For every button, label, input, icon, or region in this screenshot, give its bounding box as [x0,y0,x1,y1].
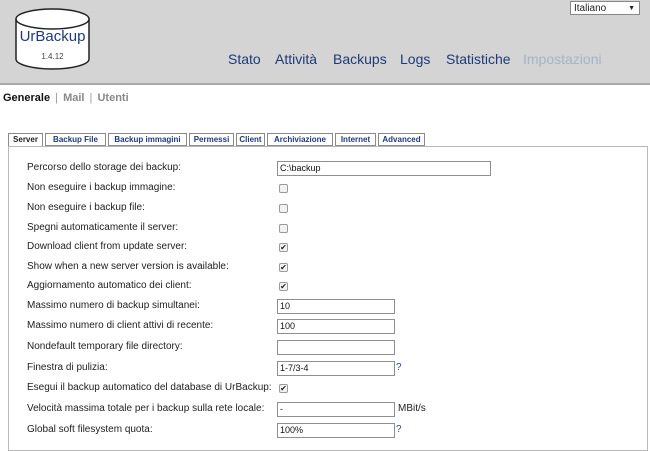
setting-label: Spegni automaticamente il server: [27,222,179,233]
nav-item-attivita[interactable]: Attività [275,51,317,67]
setting-row-download-client: Download client from update server: ✔ [27,239,627,257]
check-icon: ✔ [280,282,287,291]
nav-item-logs[interactable]: Logs [400,51,430,67]
tab-backup-immagini[interactable]: Backup immagini [108,133,187,146]
soft-quota-help-link[interactable]: ? [396,424,402,435]
subnav-utenti[interactable]: Utenti [97,92,128,104]
setting-row-storage-path: Percorso dello storage dei backup: C:\ba… [27,160,627,178]
tmpdir-input[interactable] [277,340,395,355]
setting-label: Non eseguire i backup immagine: [27,182,176,193]
setting-row-soft-quota: Global soft filesystem quota: 100% ? [27,422,627,440]
setting-label: Percorso dello storage dei backup: [27,162,181,173]
check-icon: ✔ [280,263,287,272]
autoshutdown-checkbox[interactable] [279,224,288,233]
no-file-backups-checkbox[interactable] [279,204,288,213]
chevron-down-icon: ▼ [628,5,635,12]
nav-item-backups[interactable]: Backups [333,51,387,67]
setting-label: Esegui il backup automatico del database… [27,382,272,393]
check-icon: ✔ [280,243,287,252]
tab-internet[interactable]: Internet [335,133,376,146]
soft-quota-input[interactable]: 100% [277,423,395,438]
main-nav: Stato Attività Backups Logs Statistiche … [0,51,650,69]
setting-label: Massimo numero di backup simultanei: [27,300,200,311]
backup-database-checkbox[interactable]: ✔ [279,384,288,393]
language-selected: Italiano [574,3,607,14]
settings-subnav: Generale | Mail | Utenti [3,92,129,104]
max-active-clients-input[interactable]: 100 [277,319,395,334]
setting-row-autoupdate-clients: Aggiornamento automatico dei client: ✔ [27,278,627,296]
setting-label: Download client from update server: [27,241,188,252]
setting-label: Global soft filesystem quota: [27,424,153,435]
subnav-mail[interactable]: Mail [63,92,84,104]
nav-item-stato[interactable]: Stato [228,51,261,67]
setting-label: Velocità massima totale per i backup sul… [27,403,265,414]
check-icon: ✔ [280,384,287,393]
tab-backup-file[interactable]: Backup File [45,133,106,146]
tab-client[interactable]: Client [236,133,265,146]
tab-permessi[interactable]: Permessi [189,133,234,146]
setting-row-no-image-backups: Non eseguire i backup immagine: [27,180,627,198]
setting-row-global-speed: Velocità massima totale per i backup sul… [27,401,627,419]
nav-item-impostazioni[interactable]: Impostazioni [523,51,602,67]
setting-row-backup-database: Esegui il backup automatico del database… [27,380,627,398]
setting-label: Show when a new server version is availa… [27,261,229,272]
logo-text: UrBackup [19,28,86,45]
setting-row-cleanup-window: Finestra di pulizia: 1-7/3-4 ? [27,360,627,378]
autoupdate-clients-checkbox[interactable]: ✔ [279,282,288,291]
setting-row-max-active-clients: Massimo numero di client attivi di recen… [27,318,627,336]
setting-row-max-simultaneous: Massimo numero di backup simultanei: 10 [27,298,627,316]
setting-label: Aggiornamento automatico dei client: [27,280,192,291]
setting-label: Finestra di pulizia: [27,362,108,373]
cleanup-window-help-link[interactable]: ? [396,362,402,373]
download-client-checkbox[interactable]: ✔ [279,243,288,252]
global-speed-input[interactable]: - [277,402,395,417]
subnav-separator: | [89,92,93,104]
no-image-backups-checkbox[interactable] [279,184,288,193]
header: UrBackup 1.4.12 Italiano ▼ Stato Attivit… [0,0,650,85]
setting-row-show-new-version: Show when a new server version is availa… [27,259,627,277]
subnav-separator: | [55,92,59,104]
setting-row-tmpdir: Nondefault temporary file directory: [27,339,627,357]
tab-advanced[interactable]: Advanced [378,133,425,146]
language-select[interactable]: Italiano ▼ [570,1,640,15]
setting-row-autoshutdown: Spegni automaticamente il server: [27,220,627,238]
settings-panel: Percorso dello storage dei backup: C:\ba… [8,146,648,451]
show-new-version-checkbox[interactable]: ✔ [279,263,288,272]
max-simultaneous-input[interactable]: 10 [277,299,395,314]
setting-row-no-file-backups: Non eseguire i backup file: [27,200,627,218]
subnav-generale: Generale [3,92,51,104]
tab-archiviazione[interactable]: Archiviazione [267,133,333,146]
setting-label: Non eseguire i backup file: [27,202,145,213]
nav-item-statistiche[interactable]: Statistiche [446,51,511,67]
cleanup-window-input[interactable]: 1-7/3-4 [277,361,395,376]
tab-server[interactable]: Server [8,133,43,147]
setting-label: Nondefault temporary file directory: [27,341,183,352]
storage-path-input[interactable]: C:\backup [277,161,491,176]
global-speed-unit: MBit/s [398,403,426,414]
setting-label: Massimo numero di client attivi di recen… [27,320,214,331]
